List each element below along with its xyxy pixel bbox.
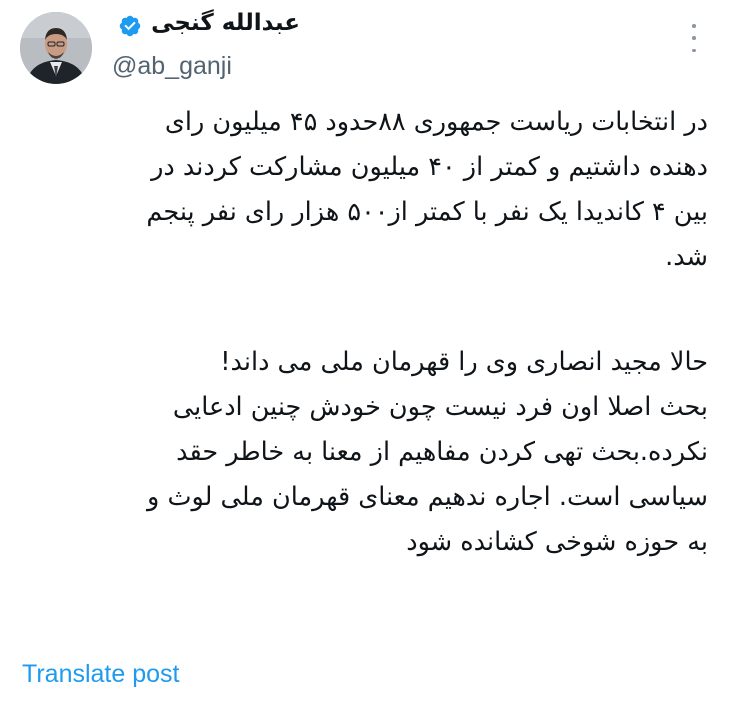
post-line: در انتخابات ریاست جمهوری ۸۸حدود ۴۵ میلیو… <box>164 107 708 137</box>
post-line: حالا مجید انصاری وی را قهرمان ملی می دان… <box>220 347 708 377</box>
post-line: سیاسی است. اجاره ندهیم معنای قهرمان ملی … <box>147 482 708 512</box>
verified-badge-icon <box>119 15 141 37</box>
author-handle[interactable]: @ab_ganji <box>112 52 232 81</box>
post-line: نکرده.بحث تهی کردن مفاهیم از معنا به خاط… <box>176 437 708 467</box>
post-line: بحث اصلا اون فرد نیست چون خودش چنین ادعا… <box>172 392 708 422</box>
post-line: شد. <box>665 242 708 272</box>
more-vertical-icon[interactable] <box>684 24 704 52</box>
post-line: دهنده داشتیم و کمتر از ۴۰ میلیون مشارکت … <box>151 152 708 182</box>
post-header: عبدالله گنجی @ab_ganji <box>0 0 730 96</box>
display-name[interactable]: عبدالله گنجی <box>150 10 300 36</box>
post-line: به حوزه شوخی کشانده شود <box>406 527 708 557</box>
avatar-photo <box>20 12 92 84</box>
avatar[interactable] <box>20 12 92 84</box>
dot <box>692 36 696 40</box>
translate-post-link[interactable]: Translate post <box>22 660 179 689</box>
post-text: در انتخابات ریاست جمهوری ۸۸حدود ۴۵ میلیو… <box>18 100 708 565</box>
post-line: بین ۴ کاندیدا یک نفر با کمتر از۵۰۰ هزار … <box>146 197 708 227</box>
dot <box>692 48 696 52</box>
dot <box>692 24 696 28</box>
